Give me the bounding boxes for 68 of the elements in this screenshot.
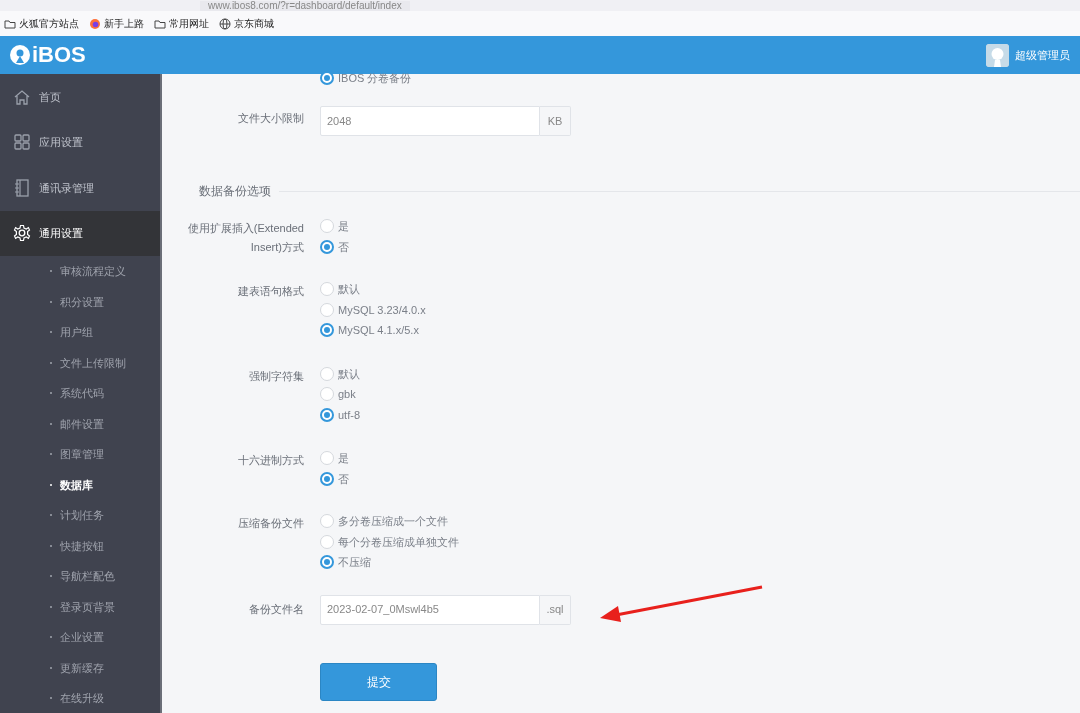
option-label: MySQL 3.23/4.0.x: [338, 302, 426, 318]
sidebar-item[interactable]: 首页: [0, 74, 160, 120]
sidebar-subitem[interactable]: 数据库: [0, 469, 160, 500]
unit-label: KB: [540, 106, 571, 136]
field-label: 强制字符集: [248, 368, 305, 384]
radio-button[interactable]: [320, 323, 334, 338]
option-label: utf-8: [338, 407, 360, 423]
option-label: 不压缩: [338, 555, 371, 570]
sidebar-subitem[interactable]: 计划任务: [0, 500, 160, 531]
avatar-icon[interactable]: [986, 43, 1009, 67]
browser-logo-icon: [89, 17, 101, 30]
field-label: 建表语句格式: [237, 284, 305, 299]
sidebar-subitem[interactable]: 文件上传限制: [0, 347, 160, 378]
sidebar-subitem[interactable]: 图章管理: [0, 439, 160, 470]
option-label: gbk: [338, 387, 356, 402]
user-name[interactable]: 超级管理员: [1015, 46, 1070, 64]
logo-text: iBOS: [32, 43, 86, 67]
option-label: MySQL 4.1.x/5.x: [338, 323, 419, 338]
sidebar-subitem[interactable]: 邮件设置: [0, 408, 160, 439]
sidebar-subitem[interactable]: 登录页背景: [0, 591, 160, 622]
folder-icon: [154, 17, 166, 30]
sidebar-item[interactable]: 通讯录管理: [0, 165, 160, 211]
sidebar-subitem[interactable]: 积分设置: [0, 286, 160, 317]
bookmark-link[interactable]: 常用网址: [154, 16, 209, 31]
folder-icon: [4, 17, 16, 30]
field-label: 备份文件名: [248, 601, 305, 616]
text-field[interactable]: 2048: [320, 106, 540, 136]
option-label: 默认: [338, 282, 360, 297]
sidebar-subitem[interactable]: 更新缓存: [0, 652, 160, 683]
bookmark-link[interactable]: 火狐官方站点: [4, 16, 79, 31]
option-label: 是: [338, 219, 349, 234]
radio-button[interactable]: [320, 407, 334, 422]
grid-icon: [13, 133, 31, 152]
option-label: 否: [338, 239, 349, 255]
sidebar-subitem[interactable]: 审核流程定义: [0, 256, 160, 287]
field-label: 使用扩展插入(Extended Insert)方式: [186, 221, 305, 255]
radio-button[interactable]: [320, 71, 334, 85]
radio-button[interactable]: [320, 555, 334, 570]
text-field[interactable]: 2023-02-07_0Mswl4b5: [320, 594, 540, 625]
field-label: 文件大小限制: [237, 111, 305, 125]
sidebar-subitem[interactable]: 企业设置: [0, 622, 160, 653]
sidebar-subitem[interactable]: 快捷按钮: [0, 530, 160, 561]
option-label: 多分卷压缩成一个文件: [338, 514, 448, 529]
bookmark-link[interactable]: 京东商城: [219, 16, 274, 31]
notebook-icon: [13, 178, 31, 197]
logo-icon: [10, 45, 30, 65]
option-label: IBOS 分卷备份: [338, 70, 412, 86]
field-label: 压缩备份文件: [237, 516, 305, 531]
radio-button[interactable]: [320, 471, 334, 486]
bookmark-link[interactable]: 新手上路: [89, 16, 144, 31]
submit-button[interactable]: 提交: [320, 662, 437, 701]
sidebar-item[interactable]: 通用设置: [0, 210, 160, 256]
globe-icon: [219, 17, 231, 30]
sidebar-subitem[interactable]: 在线升级: [0, 683, 160, 713]
sidebar-item[interactable]: 应用设置: [0, 119, 160, 165]
section-title: 数据备份选项: [199, 183, 271, 200]
sidebar-subitem[interactable]: 导航栏配色: [0, 561, 160, 592]
unit-label: .sql: [540, 594, 571, 625]
sidebar-subitem[interactable]: 用户组: [0, 317, 160, 348]
option-label: 每个分卷压缩成单独文件: [338, 534, 459, 550]
option-label: 默认: [338, 366, 360, 382]
sidebar-subitem[interactable]: 系统代码: [0, 378, 160, 409]
option-label: 否: [338, 471, 349, 487]
radio-button[interactable]: [320, 239, 334, 254]
field-label: 十六进制方式: [237, 453, 305, 468]
settings-icon: [13, 224, 31, 243]
option-label: 是: [338, 451, 349, 466]
address-bar[interactable]: www.ibos8.com/?r=dashboard/default/index: [200, 0, 410, 11]
